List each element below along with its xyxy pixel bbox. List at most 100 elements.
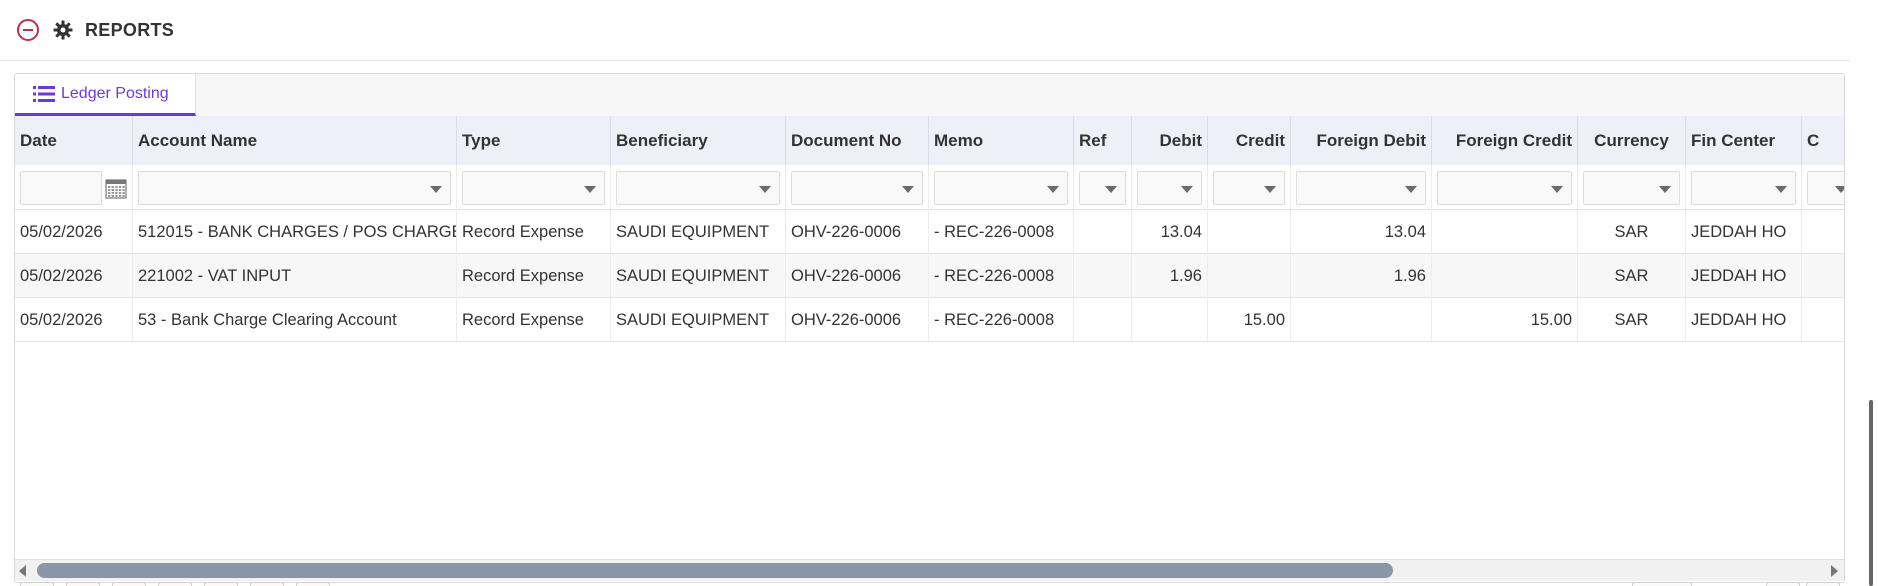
cell-debit bbox=[1132, 298, 1208, 342]
filter-cell-account bbox=[133, 165, 457, 210]
column-header-type[interactable]: Type bbox=[457, 116, 611, 165]
grid-filter-row bbox=[15, 165, 1844, 210]
filter-dropdown-debit[interactable] bbox=[1137, 170, 1202, 205]
chevron-down-icon bbox=[430, 185, 442, 193]
filter-cell-memo bbox=[929, 165, 1074, 210]
column-header-ref[interactable]: Ref bbox=[1074, 116, 1132, 165]
filter-dropdown-more[interactable] bbox=[1807, 170, 1844, 205]
cell-credit: 15.00 bbox=[1208, 298, 1291, 342]
cell-memo: - REC-226-0008 bbox=[929, 254, 1074, 298]
cell-ref bbox=[1074, 254, 1132, 298]
cell-currency: SAR bbox=[1578, 210, 1686, 254]
cell-fcredit: 15.00 bbox=[1432, 298, 1578, 342]
cell-account: 221002 - VAT INPUT bbox=[133, 254, 457, 298]
horizontal-scrollbar[interactable] bbox=[15, 559, 1844, 581]
filter-dropdown-beneficiary[interactable] bbox=[616, 170, 780, 205]
column-header-fcredit[interactable]: Foreign Credit bbox=[1432, 116, 1578, 165]
cell-date: 05/02/2026 bbox=[15, 210, 133, 254]
column-header-debit[interactable]: Debit bbox=[1132, 116, 1208, 165]
filter-cell-ref bbox=[1074, 165, 1132, 210]
chevron-down-icon bbox=[1659, 185, 1671, 193]
filter-dropdown-ref[interactable] bbox=[1079, 170, 1126, 205]
tab-ledger-posting[interactable]: Ledger Posting bbox=[15, 74, 196, 116]
column-header-account[interactable]: Account Name bbox=[133, 116, 457, 165]
chevron-down-icon bbox=[1105, 185, 1117, 193]
filter-cell-debit bbox=[1132, 165, 1208, 210]
tab-label: Ledger Posting bbox=[61, 84, 169, 102]
cell-doc: OHV-226-0006 bbox=[786, 298, 929, 342]
scroll-right-icon[interactable] bbox=[1831, 565, 1838, 577]
cell-more bbox=[1802, 210, 1844, 254]
cell-credit bbox=[1208, 254, 1291, 298]
table-row[interactable]: 05/02/2026 221002 - VAT INPUT Record Expen… bbox=[15, 254, 1844, 298]
cell-beneficiary: SAUDI EQUIPMENT bbox=[611, 210, 786, 254]
cell-type: Record Expense bbox=[457, 254, 611, 298]
tabset: Ledger Posting Date Account Name Type Benef… bbox=[14, 73, 1845, 583]
column-header-more[interactable]: C bbox=[1802, 116, 1844, 165]
filter-cell-doc bbox=[786, 165, 929, 210]
filter-dropdown-credit[interactable] bbox=[1213, 170, 1285, 205]
table-row[interactable]: 05/02/2026 53 - Bank Charge Clearing Acco… bbox=[15, 298, 1844, 342]
cell-beneficiary: SAUDI EQUIPMENT bbox=[611, 254, 786, 298]
column-header-fincenter[interactable]: Fin Center bbox=[1686, 116, 1802, 165]
filter-dropdown-fincenter[interactable] bbox=[1691, 170, 1796, 205]
filter-cell-beneficiary bbox=[611, 165, 786, 210]
calendar-icon[interactable] bbox=[105, 177, 127, 199]
filter-dropdown-memo[interactable] bbox=[934, 170, 1068, 205]
column-header-fdebit[interactable]: Foreign Debit bbox=[1291, 116, 1432, 165]
chevron-down-icon bbox=[1405, 185, 1417, 193]
chevron-down-icon bbox=[902, 185, 914, 193]
horizontal-scrollbar-thumb[interactable] bbox=[37, 563, 1393, 578]
filter-dropdown-doc[interactable] bbox=[791, 170, 923, 205]
column-header-beneficiary[interactable]: Beneficiary bbox=[611, 116, 786, 165]
cell-fdebit: 13.04 bbox=[1291, 210, 1432, 254]
cell-doc: OHV-226-0006 bbox=[786, 254, 929, 298]
panel-header: REPORTS bbox=[0, 0, 1850, 61]
column-header-memo[interactable]: Memo bbox=[929, 116, 1074, 165]
cell-ref bbox=[1074, 210, 1132, 254]
filter-dropdown-currency[interactable] bbox=[1583, 170, 1680, 205]
cell-fcredit bbox=[1432, 254, 1578, 298]
chevron-down-icon bbox=[1775, 185, 1787, 193]
cell-date: 05/02/2026 bbox=[15, 254, 133, 298]
filter-cell-fdebit bbox=[1291, 165, 1432, 210]
cell-fincenter: JEDDAH HO bbox=[1686, 254, 1802, 298]
filter-dropdown-fdebit[interactable] bbox=[1296, 170, 1426, 205]
list-icon bbox=[33, 85, 55, 103]
collapse-icon[interactable] bbox=[16, 18, 40, 42]
chevron-down-icon bbox=[1835, 185, 1844, 193]
cell-doc: OHV-226-0006 bbox=[786, 210, 929, 254]
filter-cell-currency bbox=[1578, 165, 1686, 210]
gear-icon[interactable] bbox=[53, 20, 73, 40]
column-header-credit[interactable]: Credit bbox=[1208, 116, 1291, 165]
cell-date: 05/02/2026 bbox=[15, 298, 133, 342]
panel-title: REPORTS bbox=[85, 19, 175, 40]
cell-beneficiary: SAUDI EQUIPMENT bbox=[611, 298, 786, 342]
cell-fcredit bbox=[1432, 210, 1578, 254]
filter-dropdown-type[interactable] bbox=[462, 170, 605, 205]
chevron-down-icon bbox=[1551, 185, 1563, 193]
filter-dropdown-account[interactable] bbox=[138, 170, 451, 205]
cell-account: 512015 - BANK CHARGES / POS CHARGES bbox=[133, 210, 457, 254]
filter-input-date[interactable] bbox=[21, 171, 101, 204]
column-header-date[interactable]: Date bbox=[15, 116, 133, 165]
cell-ref bbox=[1074, 298, 1132, 342]
cell-type: Record Expense bbox=[457, 210, 611, 254]
cell-credit bbox=[1208, 210, 1291, 254]
chevron-down-icon bbox=[1181, 185, 1193, 193]
chevron-down-icon bbox=[759, 185, 771, 193]
cell-debit: 1.96 bbox=[1132, 254, 1208, 298]
cell-fincenter: JEDDAH HO bbox=[1686, 298, 1802, 342]
scroll-left-icon[interactable] bbox=[19, 565, 26, 577]
table-row[interactable]: 05/02/2026 512015 - BANK CHARGES / POS CH… bbox=[15, 210, 1844, 254]
chevron-down-icon bbox=[1047, 185, 1059, 193]
chevron-down-icon bbox=[1264, 185, 1276, 193]
cell-memo: - REC-226-0008 bbox=[929, 298, 1074, 342]
grid-viewport: Date Account Name Type Beneficiary Document … bbox=[15, 116, 1844, 542]
filter-dropdown-fcredit[interactable] bbox=[1437, 170, 1572, 205]
cell-type: Record Expense bbox=[457, 298, 611, 342]
column-header-currency[interactable]: Currency bbox=[1578, 116, 1686, 165]
column-header-doc[interactable]: Document No bbox=[786, 116, 929, 165]
cell-currency: SAR bbox=[1578, 254, 1686, 298]
page-scrollbar-thumb[interactable] bbox=[1869, 400, 1873, 586]
